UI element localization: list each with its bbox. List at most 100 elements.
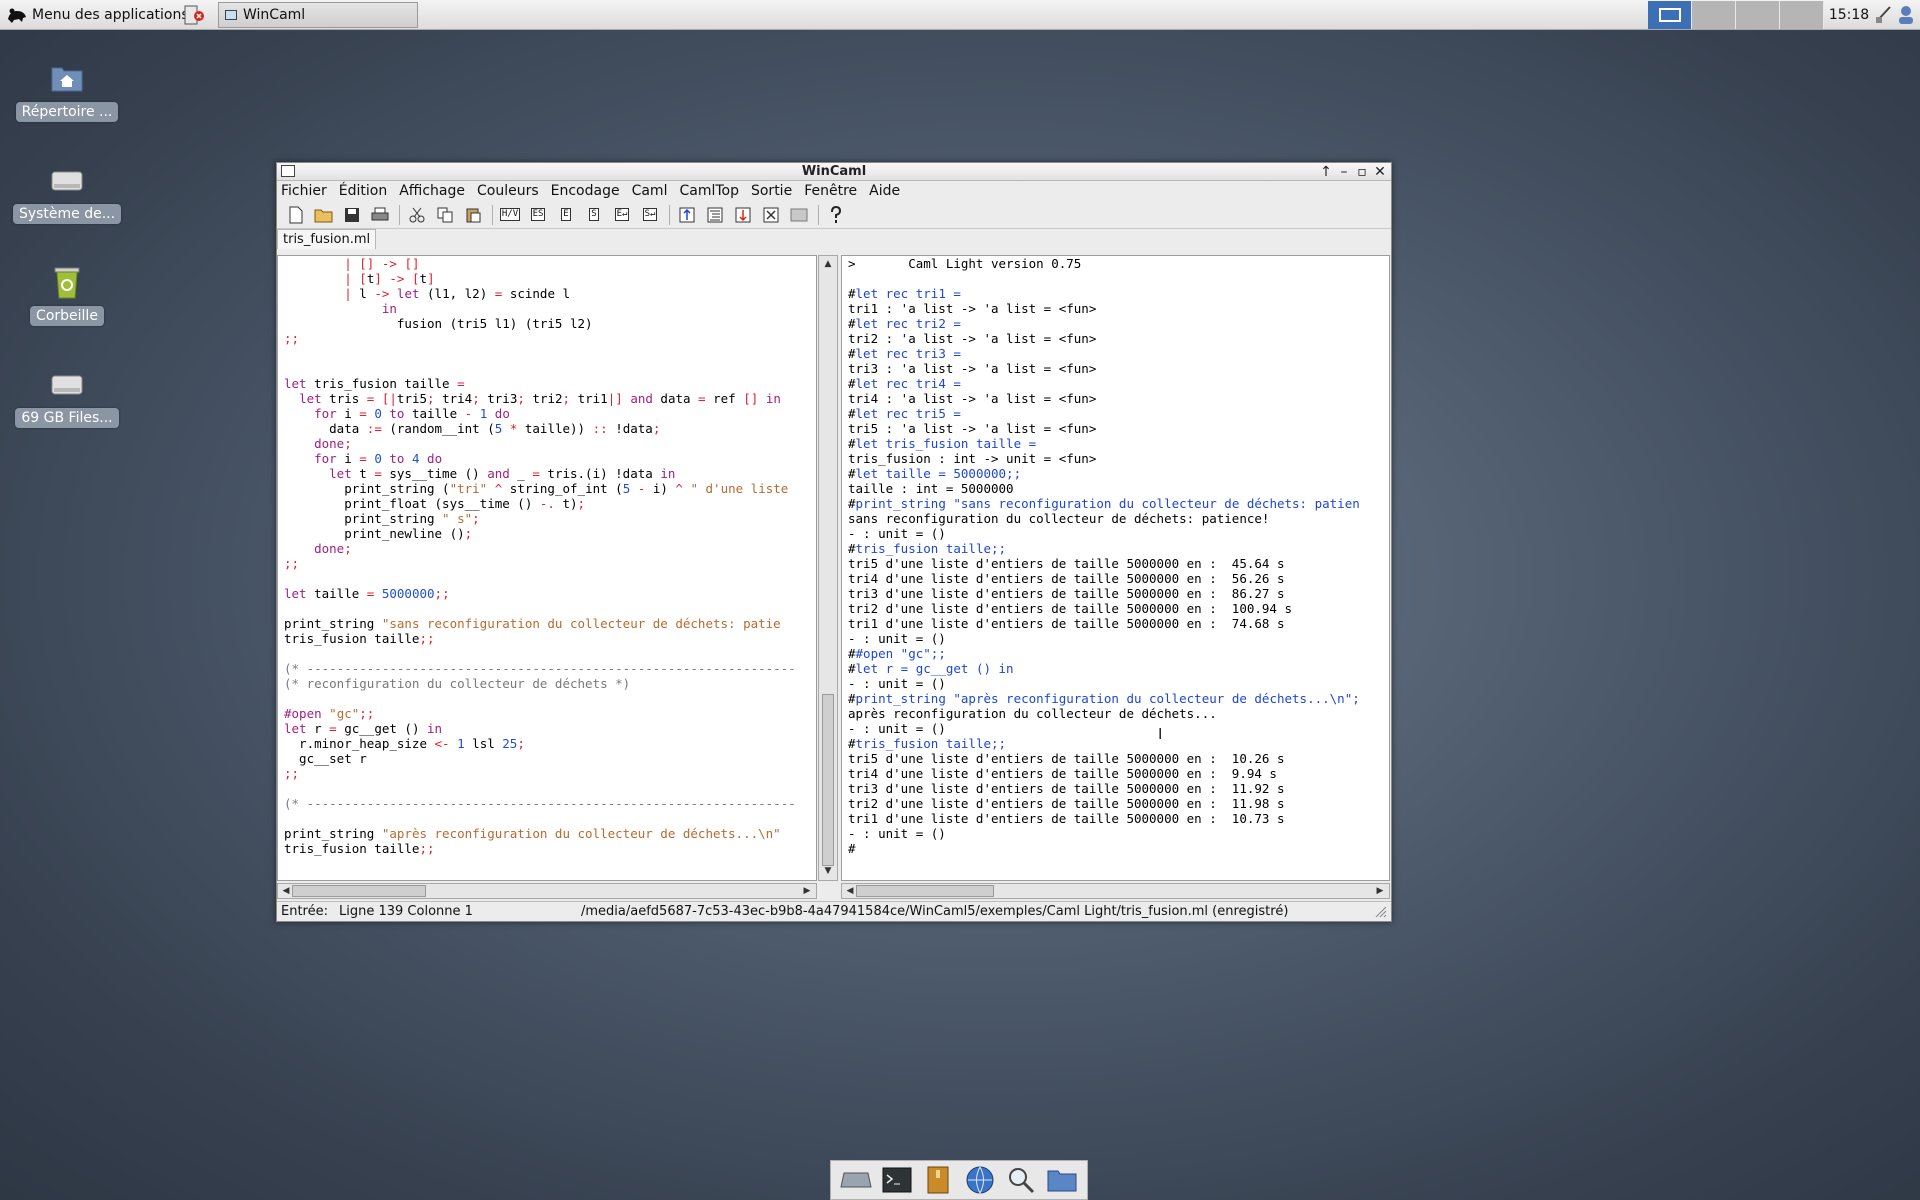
toplevel-line[interactable]: #let taille = 5000000;; (848, 466, 1389, 481)
editor-line[interactable]: print_string " s"; (284, 511, 816, 526)
editor-line[interactable]: | [] -> [] (284, 256, 816, 271)
desktop-icon-files-drive[interactable]: 69 GB Files... (15, 364, 119, 428)
toplevel-line[interactable]: tri5 d'une liste d'entiers de taille 500… (848, 751, 1389, 766)
editor-line[interactable]: for i = 0 to 4 do (284, 451, 816, 466)
editor-line[interactable]: (* reconfiguration du collecteur de déch… (284, 676, 816, 691)
desktop-icon-filesystem[interactable]: Système de... (12, 160, 122, 224)
editor-line[interactable]: data := (random__int (5 * taille)) :: !d… (284, 421, 816, 436)
maximize-icon[interactable]: ▫ (1353, 163, 1371, 181)
es-button[interactable]: ES (527, 204, 549, 226)
scroll-down-icon[interactable]: ▼ (821, 864, 835, 878)
editor-line[interactable]: (* -------------------------------------… (284, 661, 816, 676)
interrupt-icon[interactable] (732, 204, 754, 226)
editor-line[interactable] (284, 691, 816, 706)
menu-sortie[interactable]: Sortie (751, 183, 792, 199)
editor-line[interactable] (284, 646, 816, 661)
toplevel-line[interactable]: #let rec tri4 = (848, 376, 1389, 391)
search-icon[interactable] (1004, 1163, 1038, 1197)
indent-icon[interactable] (704, 204, 726, 226)
print-icon[interactable] (369, 204, 391, 226)
window-titlebar[interactable]: WinCaml ↑ – ▫ ✕ (277, 163, 1391, 181)
close-icon[interactable]: ✕ (1371, 163, 1389, 181)
toplevel-line[interactable]: tri3 : 'a list -> 'a list = <fun> (848, 361, 1389, 376)
desktop-icon-trash[interactable]: Corbeille (18, 262, 116, 326)
new-file-icon[interactable] (285, 204, 307, 226)
editor-line[interactable]: let tris = [|tri5; tri4; tri3; tri2; tri… (284, 391, 816, 406)
toplevel-line[interactable]: - : unit = () (848, 826, 1389, 841)
editor-line[interactable] (284, 361, 816, 376)
toplevel-horizontal-scrollbar[interactable]: ◀ ▶ (841, 883, 1390, 899)
toplevel-line[interactable]: tri3 d'une liste d'entiers de taille 500… (848, 781, 1389, 796)
editor-line[interactable]: print_string ("tri" ^ string_of_int (5 -… (284, 481, 816, 496)
taskbar-window-button[interactable]: WinCaml (218, 2, 418, 28)
editor-line[interactable]: print_newline (); (284, 526, 816, 541)
toplevel-line[interactable]: tri4 d'une liste d'entiers de taille 500… (848, 766, 1389, 781)
scrollbar-thumb[interactable] (856, 885, 994, 897)
scrollbar-thumb[interactable] (822, 694, 834, 866)
applications-menu-button[interactable]: Menu des applications (2, 2, 193, 28)
toplevel-line[interactable]: tris_fusion : int -> unit = <fun> (848, 451, 1389, 466)
toplevel-line[interactable]: tri5 d'une liste d'entiers de taille 500… (848, 556, 1389, 571)
editor-line[interactable]: tris_fusion taille;; (284, 631, 816, 646)
editor-line[interactable]: (* -------------------------------------… (284, 796, 816, 811)
toplevel-line[interactable] (848, 271, 1389, 286)
paste-icon[interactable] (462, 204, 484, 226)
scroll-left-icon[interactable]: ◀ (843, 884, 857, 898)
editor-line[interactable]: ;; (284, 331, 816, 346)
editor-line[interactable]: let r = gc__get () in (284, 721, 816, 736)
logout-icon[interactable] (182, 3, 206, 27)
editor-line[interactable]: let taille = 5000000;; (284, 586, 816, 601)
network-icon[interactable] (1874, 3, 1894, 25)
menu-affichage[interactable]: Affichage (399, 183, 465, 199)
user-icon[interactable] (1896, 3, 1916, 25)
toplevel-line[interactable]: sans reconfiguration du collecteur de dé… (848, 511, 1389, 526)
toplevel-line[interactable]: tri4 d'une liste d'entiers de taille 500… (848, 571, 1389, 586)
editor-code[interactable]: | [] -> [] | [t] -> [t] | l -> let (l1, … (278, 256, 816, 871)
editor-line[interactable]: done; (284, 541, 816, 556)
toplevel-line[interactable]: - : unit = () (848, 676, 1389, 691)
workspace-4[interactable] (1780, 1, 1824, 29)
editor-line[interactable] (284, 346, 816, 361)
send-up-icon[interactable] (676, 204, 698, 226)
editor-pane[interactable]: | [] -> [] | [t] -> [t] | l -> let (l1, … (277, 255, 817, 881)
workspace-2[interactable] (1692, 1, 1736, 29)
minimize-icon[interactable]: – (1335, 163, 1353, 181)
editor-line[interactable]: fusion (tri5 l1) (tri5 l2) (284, 316, 816, 331)
toplevel-line[interactable]: tri2 d'une liste d'entiers de taille 500… (848, 796, 1389, 811)
menu-caml[interactable]: Caml (632, 183, 668, 199)
editor-line[interactable]: let t = sys__time () and _ = tris.(i) !d… (284, 466, 816, 481)
editor-line[interactable] (284, 781, 816, 796)
scroll-right-icon[interactable]: ▶ (1373, 884, 1387, 898)
toplevel-line[interactable]: tri4 : 'a list -> 'a list = <fun> (848, 391, 1389, 406)
toplevel-line[interactable]: #let rec tri3 = (848, 346, 1389, 361)
web-browser-icon[interactable] (963, 1163, 997, 1197)
editor-vertical-scrollbar[interactable]: ▲ ▼ (818, 255, 838, 881)
blank-button[interactable] (788, 204, 810, 226)
menu-couleurs[interactable]: Couleurs (477, 183, 539, 199)
help-icon[interactable] (825, 204, 847, 226)
s-return-button[interactable]: S↵ (639, 204, 661, 226)
editor-line[interactable]: tris_fusion taille;; (284, 841, 816, 856)
terminal-icon[interactable] (880, 1163, 914, 1197)
toplevel-line[interactable]: tri1 d'une liste d'entiers de taille 500… (848, 616, 1389, 631)
editor-line[interactable]: for i = 0 to taille - 1 do (284, 406, 816, 421)
open-folder-icon[interactable] (313, 204, 335, 226)
toplevel-output[interactable]: > Caml Light version 0.75 #let rec tri1 … (842, 256, 1389, 856)
workspace-1[interactable] (1648, 1, 1692, 29)
scroll-up-icon[interactable]: ▲ (821, 257, 835, 271)
editor-line[interactable]: ;; (284, 556, 816, 571)
editor-line[interactable]: | [t] -> [t] (284, 271, 816, 286)
tab-tris-fusion[interactable]: tris_fusion.ml (277, 229, 377, 249)
toplevel-line[interactable]: tri2 : 'a list -> 'a list = <fun> (848, 331, 1389, 346)
editor-horizontal-scrollbar[interactable]: ◀ ▶ (277, 883, 817, 899)
toplevel-line[interactable]: #let rec tri5 = (848, 406, 1389, 421)
menu-aide[interactable]: Aide (869, 183, 900, 199)
scrollbar-thumb[interactable] (292, 885, 426, 897)
editor-line[interactable]: ;; (284, 766, 816, 781)
toplevel-line[interactable]: #print_string "après reconfiguration du … (848, 691, 1389, 706)
toplevel-line[interactable]: tri1 : 'a list -> 'a list = <fun> (848, 301, 1389, 316)
toplevel-line[interactable]: tri1 d'une liste d'entiers de taille 500… (848, 811, 1389, 826)
toplevel-line[interactable]: après reconfiguration du collecteur de d… (848, 706, 1389, 721)
scroll-right-icon[interactable]: ▶ (800, 884, 814, 898)
editor-line[interactable] (284, 856, 816, 871)
